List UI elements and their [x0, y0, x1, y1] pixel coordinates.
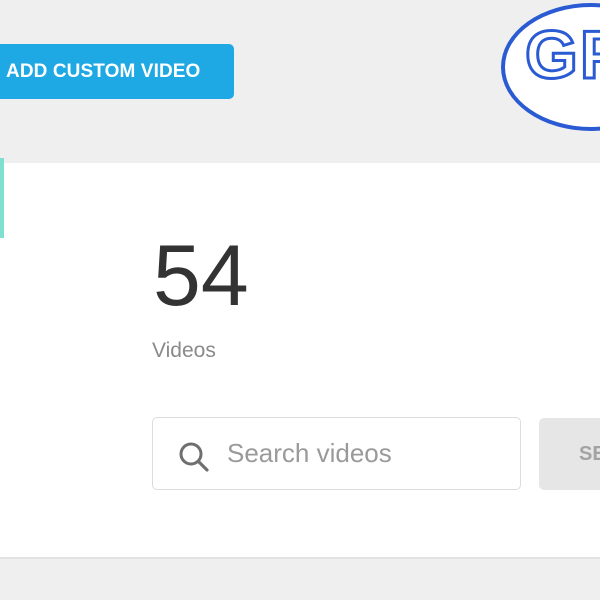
videos-panel: 54 Videos SE	[0, 163, 600, 559]
search-input[interactable]	[227, 418, 507, 488]
add-custom-video-button[interactable]: ADD CUSTOM VIDEO	[0, 44, 234, 99]
search-button[interactable]: SE	[539, 418, 600, 490]
search-box[interactable]	[152, 417, 521, 490]
panel-accent-bar	[0, 158, 4, 238]
search-icon	[177, 440, 211, 474]
video-count: 54	[153, 228, 249, 324]
video-library-page: ADD CUSTOM VIDEO GP 54 Videos SE	[0, 0, 600, 600]
logo: GP	[501, 3, 600, 131]
logo-text: GP	[523, 17, 600, 93]
search-button-label: SE	[579, 442, 600, 465]
add-custom-video-label: ADD CUSTOM VIDEO	[6, 60, 201, 82]
video-count-label: Videos	[152, 339, 216, 362]
